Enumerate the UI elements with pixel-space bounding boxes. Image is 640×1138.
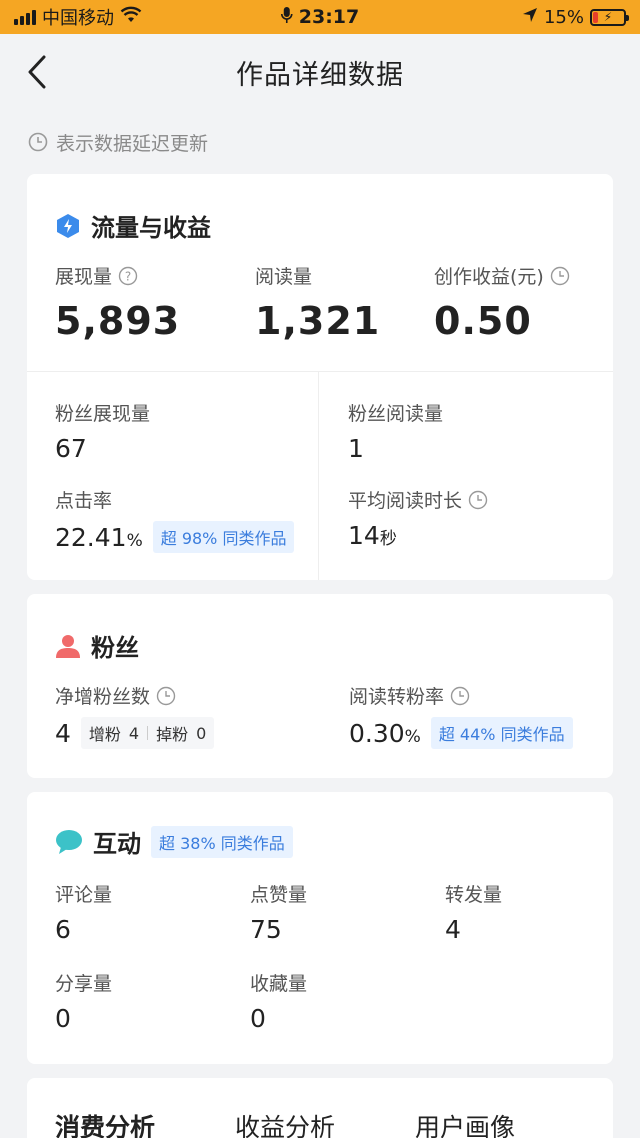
avg-read-time-metric: 平均阅读时长 14秒 xyxy=(348,486,488,550)
fans-card: 粉丝 净增粉丝数 4 增粉 4 掉粉 0 阅读转粉率 0.30% 超 44% 同… xyxy=(27,594,613,778)
signal-icon xyxy=(14,9,36,25)
help-icon[interactable]: ? xyxy=(118,266,138,286)
conversion-value: 0.30 xyxy=(349,718,405,748)
delay-notice-text: 表示数据延迟更新 xyxy=(56,132,209,155)
fan-reads-metric: 粉丝阅读量 1 xyxy=(348,403,444,463)
fan-impressions-value: 67 xyxy=(55,434,87,463)
fans-gain-loss-chip: 增粉 4 掉粉 0 xyxy=(80,717,215,749)
location-icon xyxy=(522,7,538,28)
forwards-value: 4 xyxy=(445,915,461,944)
clock-icon xyxy=(450,686,470,705)
interaction-rank-badge: 超 38% 同类作品 xyxy=(151,825,293,858)
chevron-left-icon xyxy=(28,55,46,89)
likes-metric: 点赞量 75 xyxy=(250,884,308,944)
read-to-fan-rate-metric: 阅读转粉率 0.30% 超 44% 同类作品 xyxy=(349,682,573,749)
income-metric: 创作收益(元) 0.50 xyxy=(434,262,570,343)
ctr-rank-badge: 超 98% 同类作品 xyxy=(152,521,295,553)
clock-time: 23:17 xyxy=(298,6,360,28)
fans-card-title: 粉丝 xyxy=(55,628,139,663)
avg-read-time-value: 14 xyxy=(348,521,380,550)
battery-percent: 15% xyxy=(543,6,584,28)
lightning-icon xyxy=(57,213,79,238)
clock-icon xyxy=(550,266,570,285)
interaction-card: 互动 超 38% 同类作品 评论量 6 点赞量 75 转发量 4 分享量 0 收… xyxy=(27,792,613,1064)
reads-value: 1,321 xyxy=(255,299,381,343)
tab-user-profile[interactable]: 用户画像 xyxy=(415,1108,515,1138)
delay-notice: 表示数据延迟更新 xyxy=(0,110,640,174)
impressions-metric: 展现量 ? 5,893 xyxy=(55,266,181,343)
user-icon xyxy=(56,634,80,658)
traffic-card-title: 流量与收益 xyxy=(55,208,211,243)
clock-icon xyxy=(28,132,48,152)
shares-metric: 分享量 0 xyxy=(55,973,113,1033)
carrier-name: 中国移动 xyxy=(42,8,114,29)
fans-loss-value: 0 xyxy=(196,723,207,743)
divider xyxy=(318,371,319,580)
income-value: 0.50 xyxy=(434,299,532,343)
fans-gain-value: 4 xyxy=(128,723,140,743)
ctr-value: 22.41 xyxy=(55,522,127,552)
shares-value: 0 xyxy=(55,1004,71,1033)
svg-text:?: ? xyxy=(125,269,131,283)
forwards-metric: 转发量 4 xyxy=(445,884,503,944)
page-title: 作品详细数据 xyxy=(236,59,404,91)
avg-read-time-unit: 秒 xyxy=(379,529,397,549)
chat-bubble-icon xyxy=(56,829,82,854)
tab-income-analysis[interactable]: 收益分析 xyxy=(235,1108,335,1138)
fan-reads-value: 1 xyxy=(348,434,364,463)
mic-icon xyxy=(280,6,293,29)
impressions-value: 5,893 xyxy=(55,299,181,343)
clock-icon xyxy=(468,490,488,509)
clock-icon xyxy=(156,686,176,705)
status-bar: 中国移动 23:17 15% ⚡ xyxy=(0,0,640,34)
net-fans-value: 4 xyxy=(55,718,71,748)
likes-value: 75 xyxy=(250,915,282,944)
favorites-metric: 收藏量 0 xyxy=(250,973,308,1033)
ctr-unit: % xyxy=(126,530,143,551)
ctr-metric: 点击率 22.41% 超 98% 同类作品 xyxy=(55,486,295,553)
conversion-rank-badge: 超 44% 同类作品 xyxy=(430,717,573,749)
interaction-card-title: 互动 超 38% 同类作品 xyxy=(55,824,293,859)
comments-metric: 评论量 6 xyxy=(55,884,113,944)
battery-icon: ⚡ xyxy=(590,8,629,26)
traffic-card: 流量与收益 展现量 ? 5,893 阅读量 1,321 创作收益(元) 0.50… xyxy=(27,174,613,580)
nav-bar: 作品详细数据 xyxy=(0,34,640,110)
tab-consumption-analysis[interactable]: 消费分析 xyxy=(55,1108,155,1138)
wifi-icon xyxy=(120,6,142,29)
favorites-value: 0 xyxy=(250,1004,266,1033)
back-button[interactable] xyxy=(22,54,52,90)
comments-value: 6 xyxy=(55,915,71,944)
net-fans-metric: 净增粉丝数 4 增粉 4 掉粉 0 xyxy=(55,682,215,749)
reads-metric: 阅读量 1,321 xyxy=(255,266,381,343)
fan-impressions-metric: 粉丝展现量 67 xyxy=(55,403,151,463)
chip-separator xyxy=(147,726,149,740)
divider xyxy=(27,371,613,372)
analysis-tabs: 消费分析 收益分析 用户画像 xyxy=(27,1078,613,1138)
